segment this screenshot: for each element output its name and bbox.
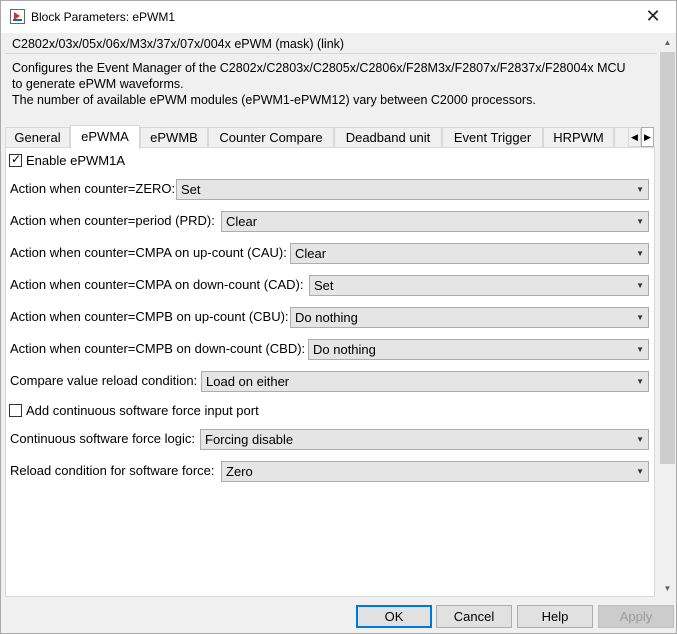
block-parameters-dialog: Block Parameters: ePWM1 ✕ C2802x/03x/05x… (0, 0, 677, 634)
chevron-down-icon: ▼ (636, 435, 644, 444)
chevron-down-icon: ▼ (636, 217, 644, 226)
continuous-force-checkbox[interactable] (9, 404, 22, 418)
compare-reload-select[interactable]: Load on either ▼ (201, 371, 649, 392)
enable-epwm1a-checkbox[interactable]: ✓ (9, 152, 22, 168)
chevron-down-icon: ▼ (636, 467, 644, 476)
help-button[interactable]: Help (517, 605, 593, 628)
mask-title: C2802x/03x/05x/06x/M3x/37x/07x/004x ePWM… (12, 37, 345, 51)
scroll-down-icon[interactable]: ▼ (659, 580, 676, 597)
chevron-down-icon: ▼ (636, 377, 644, 386)
description-line: The number of available ePWM modules (eP… (12, 93, 536, 107)
force-reload-select[interactable]: Zero ▼ (221, 461, 649, 482)
vertical-scrollbar[interactable]: ▲ ▼ (659, 34, 676, 597)
field-label: Reload condition for software force: (10, 463, 215, 478)
tab-scroll-left-icon[interactable]: ◀ (628, 127, 641, 147)
description-line: Configures the Event Manager of the C280… (12, 61, 626, 75)
enable-epwm1a-row[interactable]: ✓ Enable ePWM1A (9, 152, 125, 170)
select-value: Clear (295, 246, 327, 261)
continuous-force-label: Add continuous software force input port (26, 403, 259, 418)
chevron-down-icon: ▼ (636, 249, 644, 258)
field-label: Action when counter=CMPB on down-count (… (10, 341, 306, 356)
mask-description: Configures the Event Manager of the C280… (5, 53, 657, 117)
select-value: Zero (226, 464, 253, 479)
tab-epwma[interactable]: ePWMA (70, 125, 140, 149)
check-icon: ✓ (11, 152, 22, 167)
select-value: Clear (226, 214, 258, 229)
epwma-panel: ✓ Enable ePWM1A Action when counter=ZERO:… (5, 147, 655, 597)
title-bar: Block Parameters: ePWM1 ✕ (1, 1, 676, 33)
select-value: Forcing disable (205, 432, 294, 447)
chevron-down-icon: ▼ (636, 345, 644, 354)
action-cad-select[interactable]: Set ▼ (309, 275, 649, 296)
chevron-down-icon: ▼ (636, 281, 644, 290)
tab-deadband-unit[interactable]: Deadband unit (334, 127, 442, 148)
chevron-down-icon: ▼ (636, 185, 644, 194)
ok-button[interactable]: OK (356, 605, 432, 628)
tab-general[interactable]: General (5, 127, 70, 148)
field-label: Action when counter=ZERO: (10, 181, 176, 196)
scroll-up-icon[interactable]: ▲ (659, 34, 676, 51)
apply-button: Apply (598, 605, 674, 628)
action-cau-select[interactable]: Clear ▼ (290, 243, 649, 264)
select-value: Load on either (206, 374, 290, 389)
description-line: to generate ePWM waveforms. (12, 77, 184, 91)
field-label: Continuous software force logic: (10, 431, 195, 446)
scrollbar-thumb[interactable] (660, 52, 675, 464)
tab-event-trigger[interactable]: Event Trigger (442, 127, 543, 148)
close-button[interactable]: ✕ (630, 1, 676, 33)
cancel-button[interactable]: Cancel (436, 605, 512, 628)
action-prd-select[interactable]: Clear ▼ (221, 211, 649, 232)
select-value: Set (314, 278, 334, 293)
field-label: Compare value reload condition: (10, 373, 198, 388)
continuous-force-row[interactable]: Add continuous software force input port (9, 402, 259, 420)
tab-scroll-right-icon[interactable]: ▶ (641, 127, 654, 147)
field-label: Action when counter=period (PRD): (10, 213, 215, 228)
select-value: Do nothing (295, 310, 358, 325)
chevron-down-icon: ▼ (636, 313, 644, 322)
action-cbu-select[interactable]: Do nothing ▼ (290, 307, 649, 328)
tab-hrpwm[interactable]: HRPWM (543, 127, 614, 148)
select-value: Do nothing (313, 342, 376, 357)
enable-epwm1a-label: Enable ePWM1A (26, 153, 125, 168)
tab-counter-compare[interactable]: Counter Compare (208, 127, 334, 148)
select-value: Set (181, 182, 201, 197)
tab-epwmb[interactable]: ePWMB (140, 127, 208, 148)
action-zero-select[interactable]: Set ▼ (176, 179, 649, 200)
field-label: Action when counter=CMPA on down-count (… (10, 277, 304, 292)
window-title: Block Parameters: ePWM1 (31, 10, 176, 24)
button-bar: OK Cancel Help Apply (1, 597, 676, 633)
simulink-block-icon (10, 9, 25, 24)
field-label: Action when counter=CMPA on up-count (CA… (10, 245, 287, 260)
field-label: Action when counter=CMPB on up-count (CB… (10, 309, 289, 324)
tab-strip: General ePWMA ePWMB Counter Compare Dead… (5, 125, 655, 149)
action-cbd-select[interactable]: Do nothing ▼ (308, 339, 649, 360)
force-logic-select[interactable]: Forcing disable ▼ (200, 429, 649, 450)
